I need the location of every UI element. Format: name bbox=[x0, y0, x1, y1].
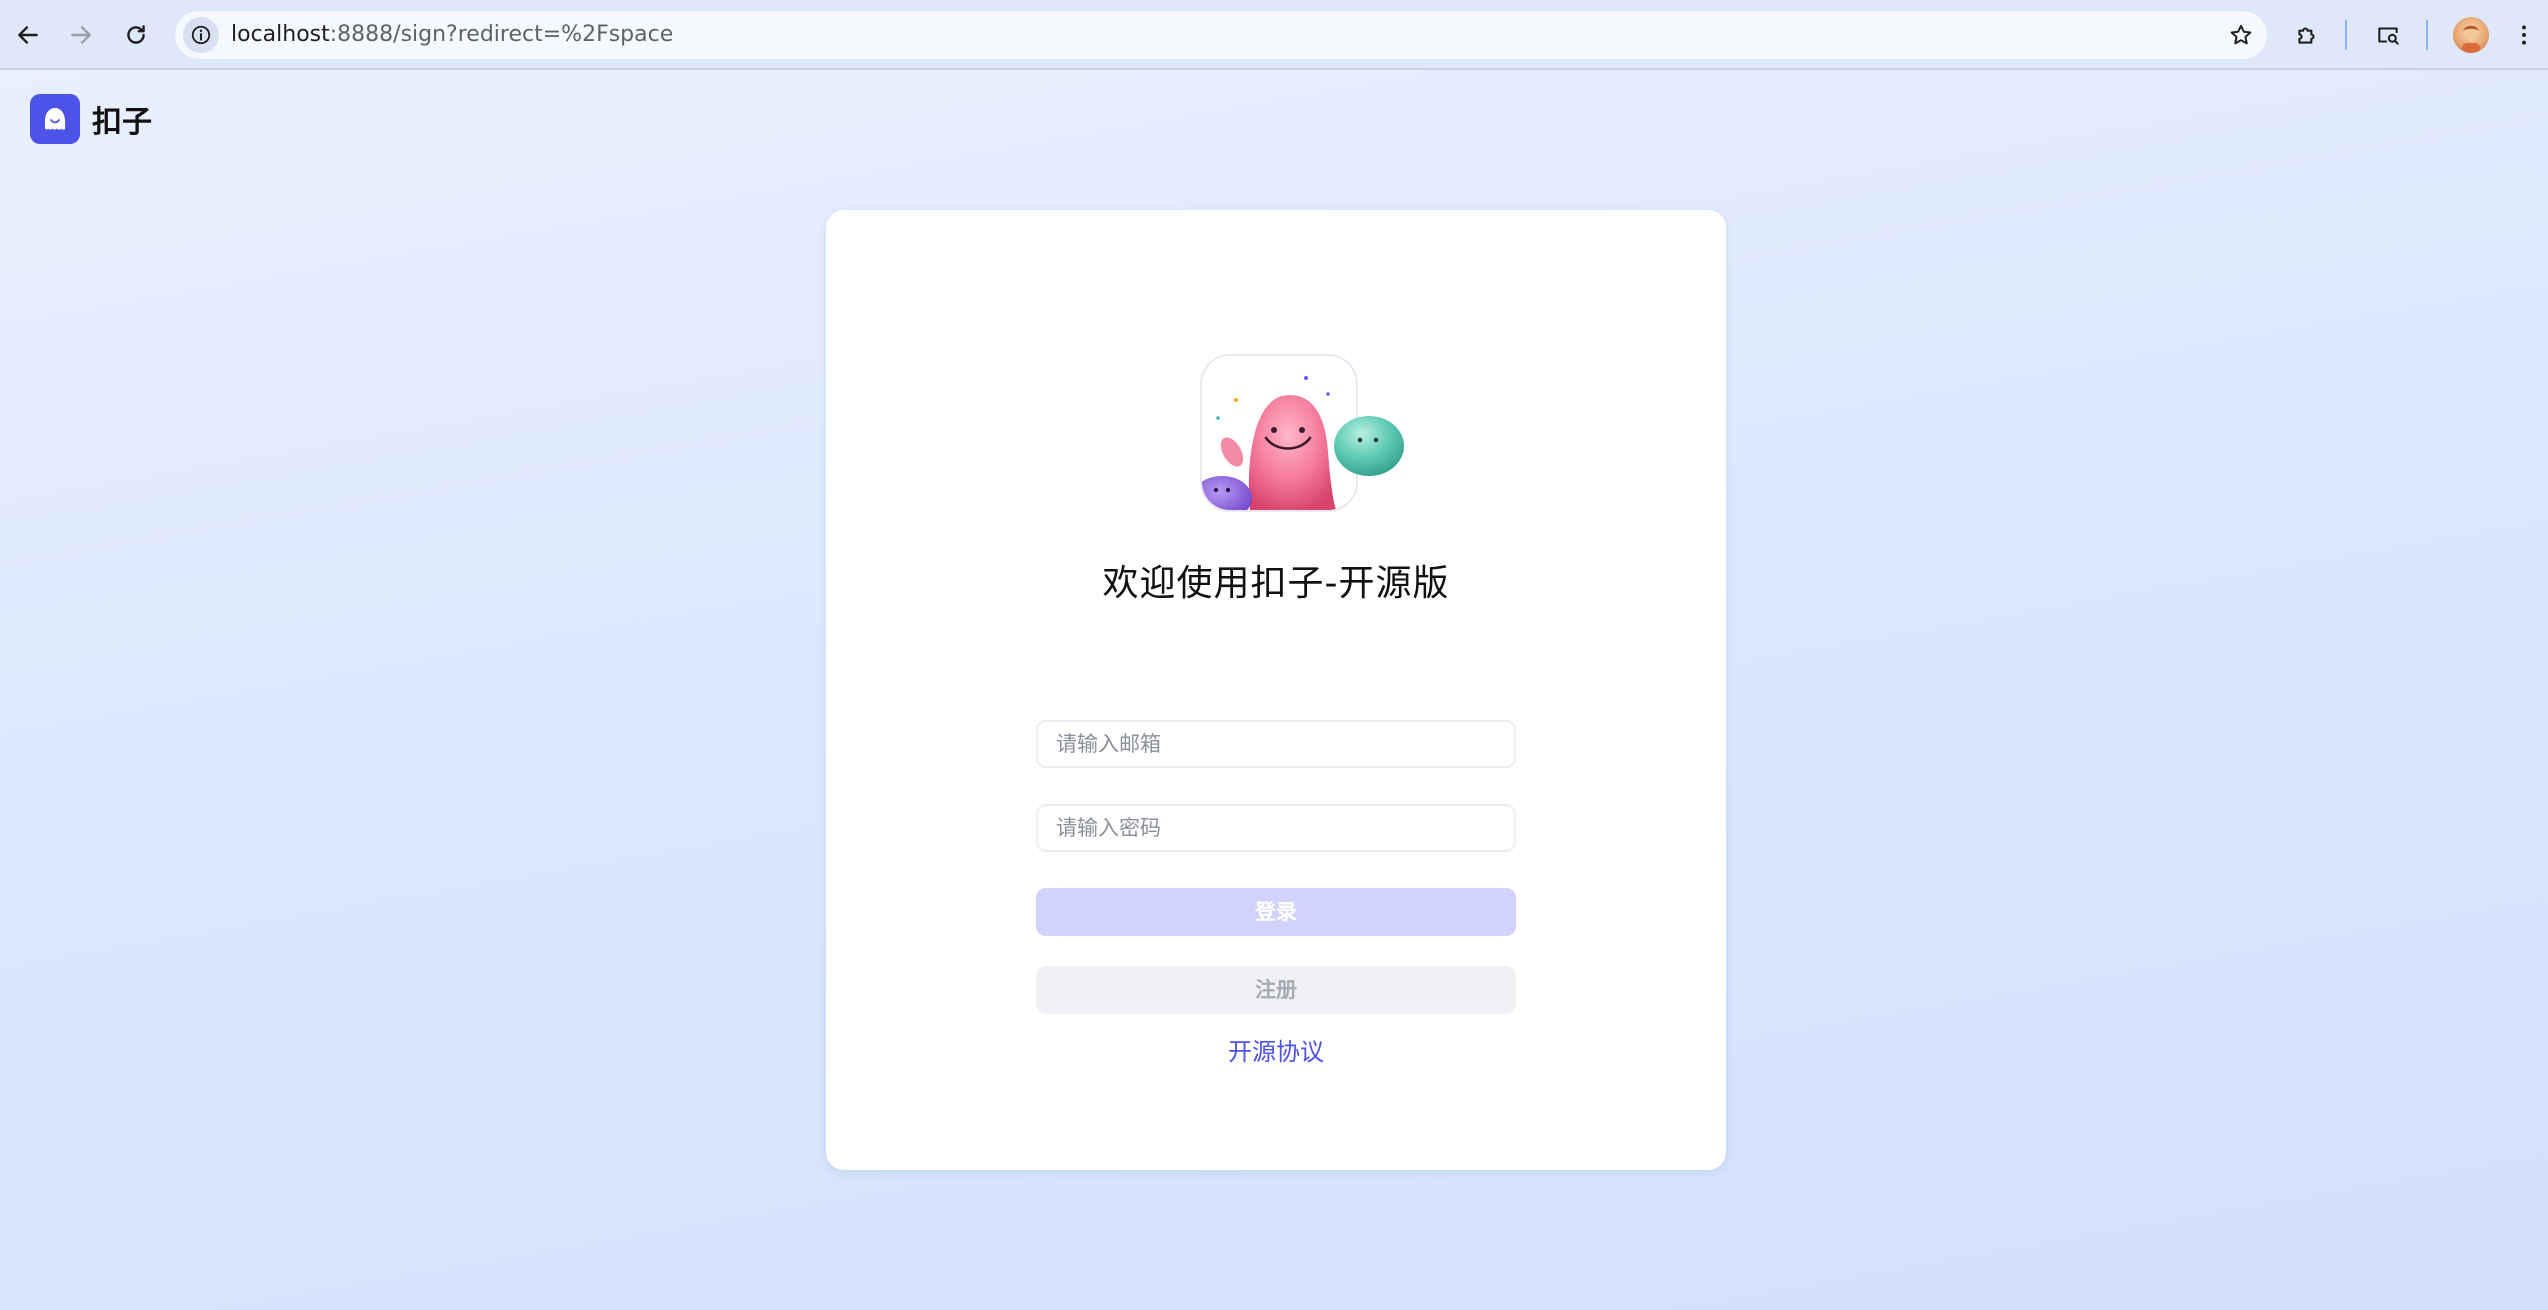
toolbar-divider bbox=[2345, 20, 2347, 50]
extensions-button[interactable] bbox=[2285, 13, 2329, 57]
kebab-menu-icon bbox=[2522, 25, 2526, 45]
tab-search-button[interactable] bbox=[2366, 13, 2410, 57]
login-card: 欢迎使用扣子-开源版 登录 注册 开源协议 bbox=[826, 210, 1726, 1170]
star-icon bbox=[2230, 24, 2252, 45]
back-button[interactable] bbox=[6, 13, 50, 57]
login-button[interactable]: 登录 bbox=[1036, 888, 1516, 936]
bookmark-button[interactable] bbox=[2223, 17, 2259, 53]
info-icon bbox=[191, 25, 211, 45]
browser-toolbar: localhost:8888/sign?redirect=%2Fspace bbox=[0, 0, 2548, 70]
arrow-right-icon bbox=[71, 26, 91, 44]
browser-menu-button[interactable] bbox=[2502, 13, 2546, 57]
url-text[interactable]: localhost:8888/sign?redirect=%2Fspace bbox=[231, 11, 673, 59]
register-button[interactable]: 注册 bbox=[1036, 966, 1516, 1014]
address-bar[interactable]: localhost:8888/sign?redirect=%2Fspace bbox=[175, 11, 2267, 59]
brand-header[interactable]: 扣子 bbox=[30, 94, 152, 144]
reload-button[interactable] bbox=[114, 13, 158, 57]
welcome-title: 欢迎使用扣子-开源版 bbox=[1102, 563, 1450, 604]
coze-logo-icon bbox=[30, 94, 80, 144]
url-path: :8888/sign?redirect=%2Fspace bbox=[329, 22, 674, 47]
teal-mascot-bubble bbox=[1334, 416, 1404, 476]
search-tab-icon bbox=[2378, 27, 2399, 45]
toolbar-divider bbox=[2426, 20, 2428, 50]
arrow-left-icon bbox=[18, 26, 38, 44]
brand-name: 扣子 bbox=[92, 105, 152, 140]
url-host: localhost bbox=[231, 22, 330, 47]
profile-avatar[interactable] bbox=[2453, 17, 2489, 53]
puzzle-icon bbox=[2298, 27, 2315, 44]
reload-icon bbox=[127, 25, 145, 44]
email-field[interactable] bbox=[1036, 720, 1516, 768]
forward-button[interactable] bbox=[59, 13, 103, 57]
open-source-license-link[interactable]: 开源协议 bbox=[826, 1032, 1726, 1067]
password-field[interactable] bbox=[1036, 804, 1516, 852]
site-info-button[interactable] bbox=[183, 17, 219, 53]
avatar-image bbox=[2462, 25, 2480, 53]
